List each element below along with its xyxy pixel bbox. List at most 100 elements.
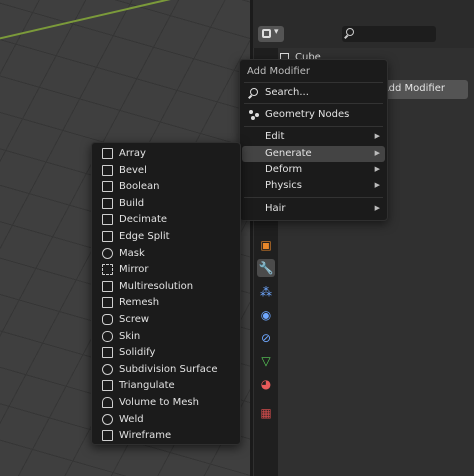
multiresolution-icon (102, 280, 113, 292)
search-icon (250, 88, 258, 96)
texture-tab-icon: ▦ (260, 406, 272, 420)
modifier-tab-icon: 🔧 (258, 261, 274, 275)
submenu-item-volume-to-mesh[interactable]: Volume to Mesh (94, 395, 238, 411)
menu-separator (244, 82, 383, 83)
submenu-item-label: Boolean (119, 181, 160, 193)
tab-physics[interactable]: ◉ (257, 306, 275, 324)
submenu-item-label: Array (119, 148, 146, 159)
submenu-item-label: Edge Split (119, 231, 170, 242)
menu-item-label: Generate (265, 148, 312, 159)
skin-icon (102, 330, 113, 342)
menu-item-generate[interactable]: Generate ▶ (242, 146, 385, 162)
array-icon (102, 148, 113, 159)
menu-item-geometry-nodes[interactable]: Geometry Nodes (242, 107, 385, 123)
submenu-arrow-icon: ▶ (374, 204, 380, 212)
material-tab-icon: ◕ (260, 377, 272, 391)
tab-object[interactable]: ▣ (257, 236, 275, 254)
submenu-item-edge-split[interactable]: Edge Split (94, 229, 238, 245)
menu-separator (244, 197, 383, 198)
remesh-icon (102, 297, 113, 309)
triangulate-icon (102, 380, 113, 392)
submenu-item-mask[interactable]: Mask (94, 246, 238, 262)
decimate-icon (102, 214, 113, 226)
menu-item-physics[interactable]: Physics ▶ (242, 178, 385, 194)
menu-item-deform[interactable]: Deform ▶ (242, 162, 385, 178)
menu-item-label: Geometry Nodes (265, 109, 350, 120)
tab-modifiers[interactable]: 🔧 (257, 259, 275, 277)
particles-tab-icon: ⁂ (260, 285, 272, 299)
submenu-item-label: Skin (119, 330, 141, 342)
generate-submenu: Array Bevel Boolean Build Decimate Edge … (91, 142, 241, 445)
submenu-item-solidify[interactable]: Solidify (94, 345, 238, 361)
properties-search-input[interactable] (342, 26, 436, 42)
editor-type-button[interactable]: ▾ (258, 26, 284, 42)
menu-item-label: Physics (265, 180, 302, 191)
submenu-item-weld[interactable]: Weld (94, 412, 238, 428)
submenu-arrow-icon: ▶ (374, 149, 380, 157)
submenu-item-label: Screw (119, 314, 150, 325)
geometry-nodes-icon (249, 110, 261, 120)
mask-icon (102, 247, 113, 259)
submenu-item-bevel[interactable]: Bevel (94, 163, 238, 179)
tab-constraints[interactable]: ⊘ (257, 329, 275, 347)
menu-item-label: Hair (265, 203, 286, 214)
menu-separator (244, 126, 383, 127)
physics-tab-icon: ◉ (260, 308, 272, 322)
submenu-item-mirror[interactable]: Mirror (94, 262, 238, 278)
solidify-icon (102, 347, 113, 359)
submenu-item-screw[interactable]: Screw (94, 312, 238, 328)
mirror-icon (102, 264, 113, 276)
wireframe-icon (102, 430, 113, 442)
screw-icon (102, 314, 113, 325)
boolean-icon (102, 181, 113, 193)
tab-data[interactable]: ▽ (257, 352, 275, 370)
submenu-item-label: Mirror (119, 264, 149, 276)
add-modifier-menu: Add Modifier Search... Geometry Nodes Ed… (239, 59, 388, 221)
object-tab-icon: ▣ (260, 238, 272, 252)
submenu-item-label: Wireframe (119, 430, 172, 442)
tab-material[interactable]: ◕ (257, 375, 275, 393)
build-icon (102, 197, 113, 209)
submenu-item-skin[interactable]: Skin (94, 329, 238, 345)
submenu-item-decimate[interactable]: Decimate (94, 212, 238, 228)
menu-item-edit[interactable]: Edit ▶ (242, 129, 385, 145)
submenu-arrow-icon: ▶ (374, 165, 380, 173)
submenu-item-label: Subdivision Surface (119, 363, 218, 375)
menu-item-hair[interactable]: Hair ▶ (242, 201, 385, 217)
submenu-item-boolean[interactable]: Boolean (94, 179, 238, 195)
submenu-item-label: Mask (119, 247, 145, 259)
submenu-item-label: Build (119, 197, 145, 209)
menu-title: Add Modifier (247, 66, 310, 77)
chevron-down-icon: ▾ (274, 27, 279, 37)
submenu-item-build[interactable]: Build (94, 196, 238, 212)
submenu-item-remesh[interactable]: Remesh (94, 295, 238, 311)
volume-to-mesh-icon (102, 397, 113, 408)
submenu-item-multiresolution[interactable]: Multiresolution (94, 279, 238, 295)
submenu-item-label: Solidify (119, 347, 156, 359)
edge-split-icon (102, 231, 113, 242)
submenu-item-wireframe[interactable]: Wireframe (94, 428, 238, 444)
menu-search[interactable]: Search... (242, 85, 385, 101)
tab-texture[interactable]: ▦ (257, 404, 275, 422)
submenu-item-label: Bevel (119, 164, 147, 176)
menu-item-label: Edit (265, 131, 285, 142)
search-icon (346, 28, 354, 36)
submenu-item-triangulate[interactable]: Triangulate (94, 378, 238, 394)
x-axis-line (0, 0, 250, 44)
submenu-arrow-icon: ▶ (374, 132, 380, 140)
subdivision-surface-icon (102, 363, 113, 375)
add-modifier-button-label: Add Modifier (382, 83, 445, 94)
properties-editor-icon (262, 29, 271, 38)
submenu-arrow-icon: ▶ (374, 181, 380, 189)
menu-item-label: Deform (265, 164, 303, 175)
submenu-item-label: Remesh (119, 297, 160, 309)
submenu-item-array[interactable]: Array (94, 146, 238, 162)
submenu-item-label: Volume to Mesh (119, 397, 199, 408)
submenu-item-subdivision-surface[interactable]: Subdivision Surface (94, 362, 238, 378)
constraints-tab-icon: ⊘ (260, 331, 272, 345)
submenu-item-label: Triangulate (119, 380, 175, 392)
submenu-item-label: Multiresolution (119, 280, 194, 292)
weld-icon (102, 413, 113, 425)
tab-particles[interactable]: ⁂ (257, 283, 275, 301)
submenu-item-label: Weld (119, 413, 144, 425)
